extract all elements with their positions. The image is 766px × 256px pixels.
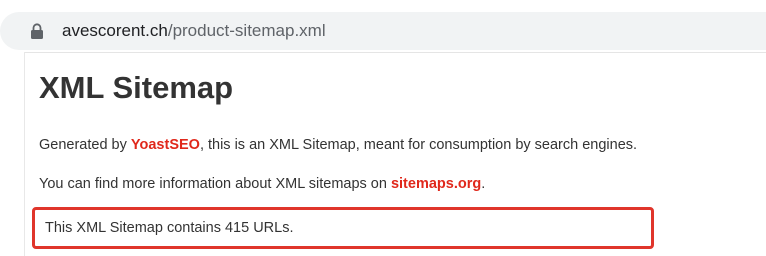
more-info-prefix: You can find more information about XML … [39,176,391,192]
page-edge [24,52,25,256]
url-text[interactable]: avescorent.ch/product-sitemap.xml [62,12,326,50]
intro-suffix: , this is an XML Sitemap, meant for cons… [199,137,638,153]
url-path: /product-sitemap.xml [167,21,326,40]
more-info-suffix: . [481,176,486,192]
page-title: XML Sitemap [39,70,234,105]
page-divider [24,52,766,53]
yoast-seo-link[interactable]: YoastSEO [131,137,200,153]
url-host: avescorent.ch [62,21,168,40]
sitemaps-org-link[interactable]: sitemaps.org [391,176,481,192]
url-count-text: This XML Sitemap contains 415 URLs. [45,220,294,236]
intro-prefix: Generated by [39,137,131,153]
lock-icon[interactable] [30,23,44,39]
address-bar[interactable]: avescorent.ch/product-sitemap.xml [0,12,766,50]
url-count-highlight: This XML Sitemap contains 415 URLs. [32,207,654,249]
more-info-text: You can find more information about XML … [39,174,485,194]
intro-text: Generated by YoastSEO, this is an XML Si… [39,135,637,155]
